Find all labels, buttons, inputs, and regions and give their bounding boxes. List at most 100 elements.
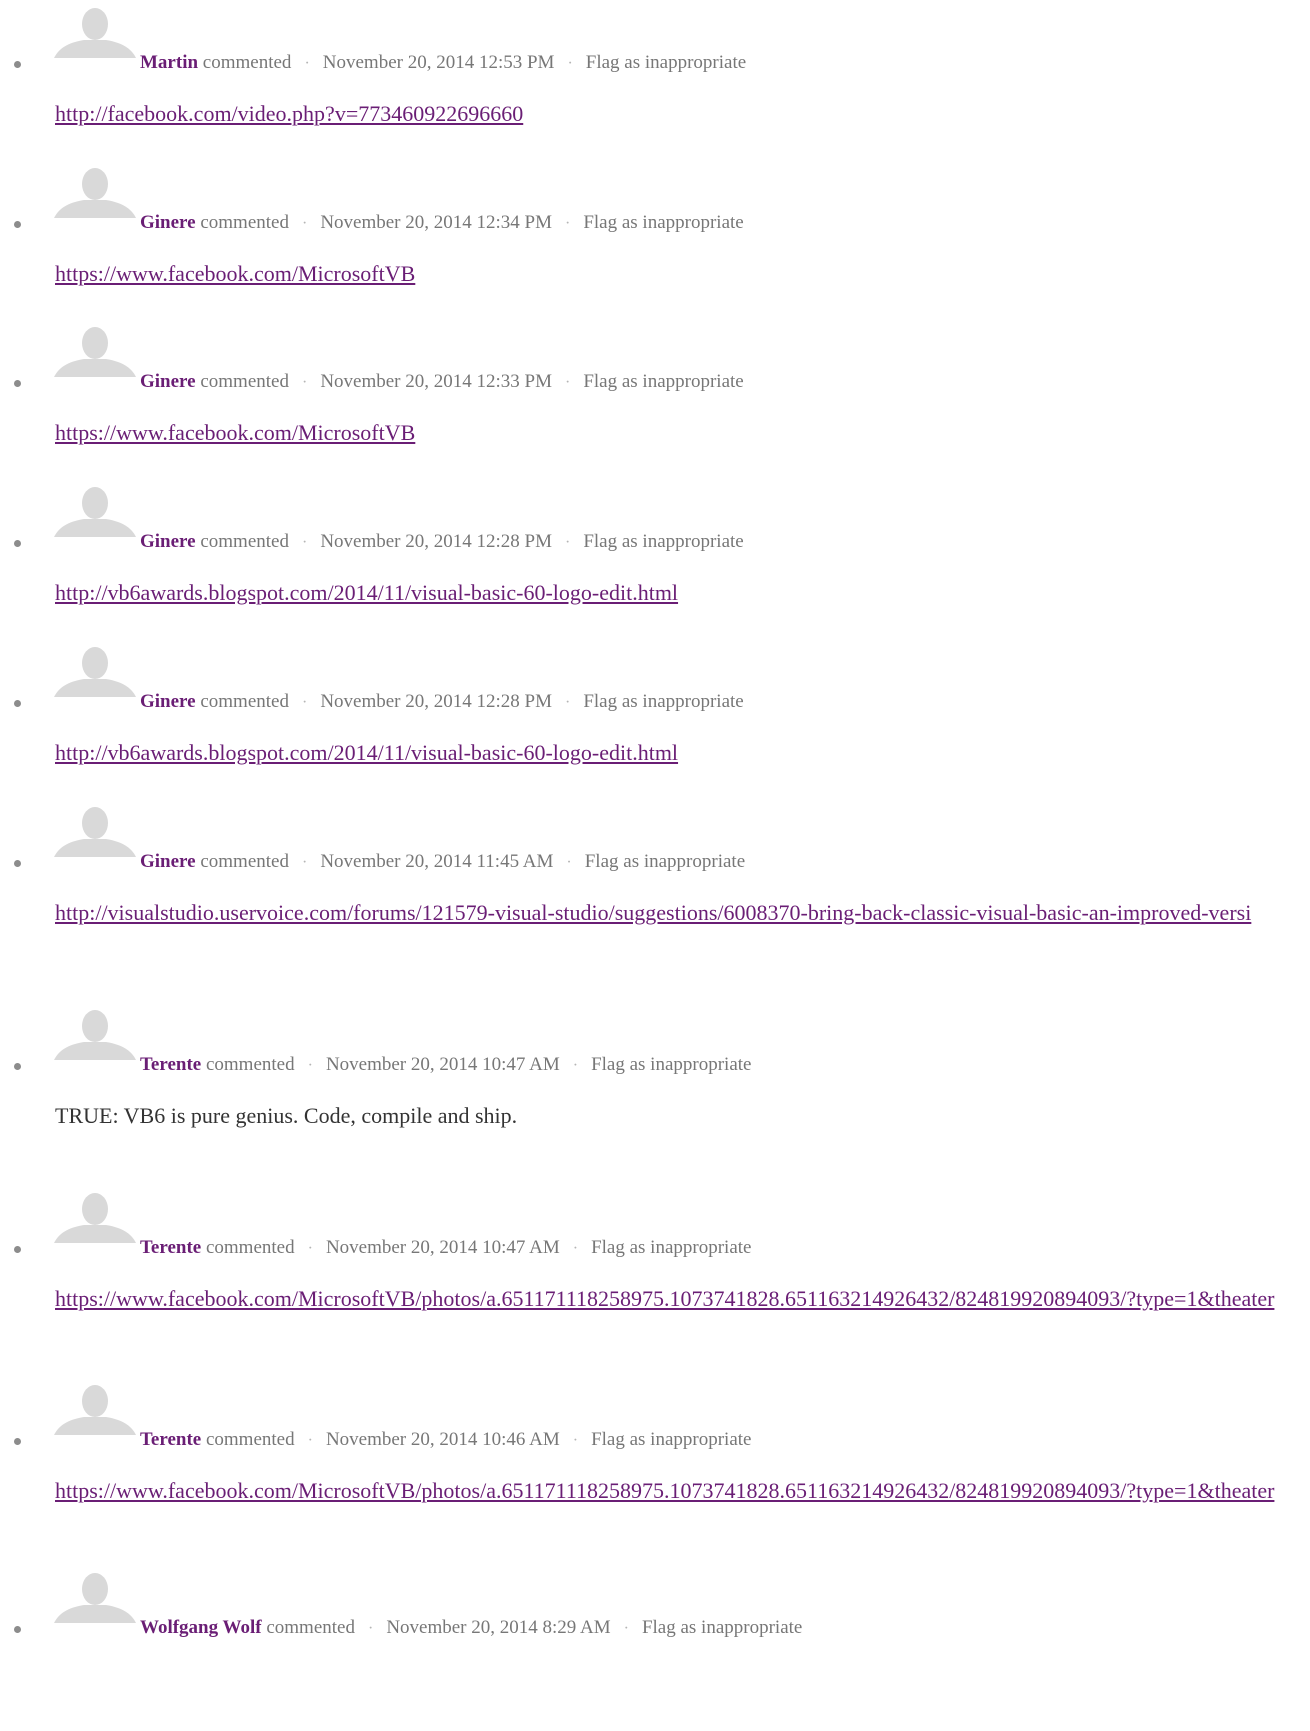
list-bullet: [14, 1438, 21, 1445]
comment-body: http://vb6awards.blogspot.com/2014/11/vi…: [55, 574, 1295, 612]
comment-item: Ginere commented · November 20, 2014 12:28…: [0, 645, 1310, 805]
flag-inappropriate-link[interactable]: Flag as inappropriate: [583, 691, 743, 712]
comment-item: Ginere commented · November 20, 2014 12:33…: [0, 325, 1310, 485]
comment-timestamp: November 20, 2014 12:53 PM: [322, 52, 555, 73]
comment-body: http://visualstudio.uservoice.com/forums…: [55, 894, 1295, 932]
comment-author[interactable]: Ginere: [140, 531, 196, 552]
comment-link[interactable]: https://www.facebook.com/MicrosoftVB/pho…: [55, 1286, 1274, 1311]
comment-item: Wolfgang Wolf commented · November 20, 201…: [0, 1571, 1310, 1731]
comment-verb: commented: [205, 1054, 295, 1075]
comment-meta: Ginere commented · November 20, 2014 12:28…: [140, 691, 744, 714]
meta-separator: ·: [301, 534, 308, 551]
meta-separator: ·: [567, 55, 573, 72]
comment-link[interactable]: https://www.facebook.com/MicrosoftVB/pho…: [55, 1478, 1274, 1503]
comment-item: Martin commented · November 20, 2014 12:53…: [0, 6, 1310, 166]
comment-item: Terente commented · November 20, 2014 10:4…: [0, 1191, 1310, 1351]
meta-separator: ·: [565, 534, 571, 551]
comment-verb: commented: [200, 851, 289, 872]
comment-meta: Terente commented · November 20, 2014 10:4…: [140, 1054, 751, 1077]
avatar-icon: [54, 1191, 136, 1243]
comment-body: https://www.facebook.com/MicrosoftVB/pho…: [55, 1280, 1295, 1318]
list-bullet: [14, 700, 21, 707]
comment-timestamp: November 20, 2014 12:33 PM: [320, 371, 552, 392]
list-bullet: [14, 1063, 21, 1070]
comment-timestamp: November 20, 2014 10:47 AM: [325, 1054, 560, 1075]
list-bullet: [14, 540, 21, 547]
list-bullet: [14, 1246, 21, 1253]
comment-verb: commented: [200, 531, 289, 552]
comment-meta: Ginere commented · November 20, 2014 12:28…: [140, 531, 744, 554]
avatar-icon: [54, 6, 136, 58]
list-bullet: [14, 860, 21, 867]
meta-separator: ·: [565, 694, 571, 711]
comment-timestamp: November 20, 2014 12:34 PM: [320, 212, 552, 233]
comment-item: Terente commented · November 20, 2014 10:4…: [0, 1008, 1310, 1168]
flag-inappropriate-link[interactable]: Flag as inappropriate: [642, 1617, 802, 1638]
meta-separator: ·: [307, 1057, 313, 1074]
meta-separator: ·: [572, 1240, 579, 1257]
avatar-icon: [54, 1383, 136, 1435]
comment-verb: commented: [202, 52, 292, 73]
meta-separator: ·: [367, 1620, 374, 1637]
comment-body: https://www.facebook.com/MicrosoftVB: [55, 414, 1295, 452]
comment-body: http://vb6awards.blogspot.com/2014/11/vi…: [55, 734, 1295, 772]
comment-timestamp: November 20, 2014 12:28 PM: [320, 691, 552, 712]
comment-item: Terente commented · November 20, 2014 10:4…: [0, 1383, 1310, 1543]
flag-inappropriate-link[interactable]: Flag as inappropriate: [591, 1054, 751, 1075]
meta-separator: ·: [565, 374, 571, 391]
flag-inappropriate-link[interactable]: Flag as inappropriate: [591, 1429, 751, 1450]
comment-meta: Ginere commented · November 20, 2014 11:45…: [140, 851, 745, 874]
comment-link[interactable]: http://vb6awards.blogspot.com/2014/11/vi…: [55, 740, 678, 765]
comment-author[interactable]: Wolfgang Wolf: [140, 1617, 262, 1638]
comment-item: Ginere commented · November 20, 2014 12:28…: [0, 485, 1310, 645]
comment-link[interactable]: http://visualstudio.uservoice.com/forums…: [55, 900, 1251, 925]
flag-inappropriate-link[interactable]: Flag as inappropriate: [585, 851, 745, 872]
meta-separator: ·: [307, 1240, 313, 1257]
flag-inappropriate-link[interactable]: Flag as inappropriate: [583, 531, 743, 552]
comment-body: TRUE: VB6 is pure genius. Code, compile …: [55, 1097, 1295, 1135]
comment-meta: Terente commented · November 20, 2014 10:4…: [140, 1429, 751, 1452]
comment-link[interactable]: https://www.facebook.com/MicrosoftVB: [55, 420, 415, 445]
comment-verb: commented: [205, 1429, 295, 1450]
comment-author[interactable]: Martin: [140, 52, 198, 73]
comment-link[interactable]: http://facebook.com/video.php?v=77346092…: [55, 101, 523, 126]
comment-verb: commented: [266, 1617, 355, 1638]
comment-verb: commented: [200, 212, 289, 233]
comment-link[interactable]: https://www.facebook.com/MicrosoftVB: [55, 261, 415, 286]
comment-body: http://facebook.com/video.php?v=77346092…: [55, 95, 1295, 133]
flag-inappropriate-link[interactable]: Flag as inappropriate: [586, 52, 746, 73]
meta-separator: ·: [301, 374, 308, 391]
meta-separator: ·: [301, 694, 308, 711]
comment-meta: Martin commented · November 20, 2014 12:53…: [140, 52, 746, 75]
meta-separator: ·: [301, 215, 308, 232]
comment-item: Ginere commented · November 20, 2014 12:34…: [0, 166, 1310, 326]
avatar-icon: [54, 645, 136, 697]
meta-separator: ·: [304, 55, 310, 72]
comment-timestamp: November 20, 2014 10:47 AM: [325, 1237, 560, 1258]
comment-item: Ginere commented · November 20, 2014 11:45…: [0, 805, 1310, 965]
comment-text: TRUE: VB6 is pure genius. Code, compile …: [55, 1103, 518, 1128]
list-bullet: [14, 380, 21, 387]
comment-author[interactable]: Ginere: [140, 691, 196, 712]
comment-timestamp: November 20, 2014 8:29 AM: [386, 1617, 611, 1638]
comment-author[interactable]: Terente: [140, 1237, 201, 1258]
comment-meta: Terente commented · November 20, 2014 10:4…: [140, 1237, 751, 1260]
comment-author[interactable]: Ginere: [140, 851, 196, 872]
meta-separator: ·: [301, 854, 308, 871]
avatar-icon: [54, 805, 136, 857]
comment-timestamp: November 20, 2014 11:45 AM: [320, 851, 554, 872]
comment-author[interactable]: Terente: [140, 1429, 201, 1450]
comment-author[interactable]: Ginere: [140, 212, 196, 233]
comment-link[interactable]: http://vb6awards.blogspot.com/2014/11/vi…: [55, 580, 678, 605]
flag-inappropriate-link[interactable]: Flag as inappropriate: [583, 371, 743, 392]
comment-meta: Wolfgang Wolf commented · November 20, 201…: [140, 1617, 802, 1640]
comment-body: https://www.facebook.com/MicrosoftVB: [55, 255, 1295, 293]
comment-timestamp: November 20, 2014 10:46 AM: [325, 1429, 560, 1450]
list-bullet: [14, 221, 21, 228]
flag-inappropriate-link[interactable]: Flag as inappropriate: [591, 1237, 751, 1258]
avatar-icon: [54, 1571, 136, 1623]
comment-verb: commented: [200, 371, 289, 392]
flag-inappropriate-link[interactable]: Flag as inappropriate: [583, 212, 743, 233]
comment-author[interactable]: Ginere: [140, 371, 196, 392]
comment-author[interactable]: Terente: [140, 1054, 201, 1075]
